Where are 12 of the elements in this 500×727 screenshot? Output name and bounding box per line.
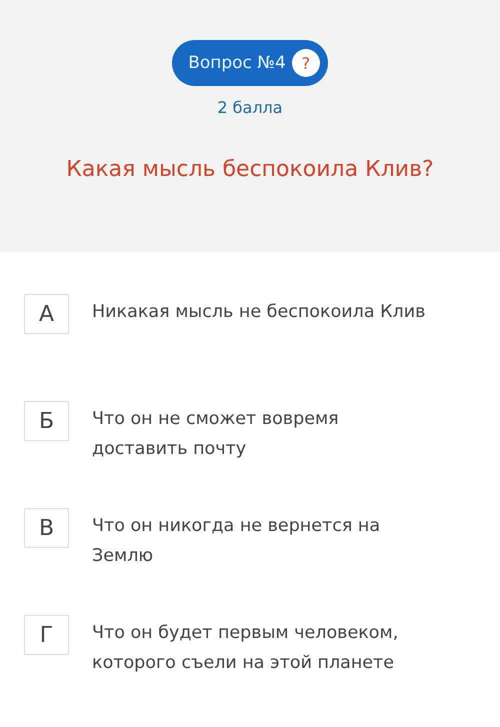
answer-letter-button[interactable]: А [24, 294, 69, 334]
answer-text: Никакая мысль не беспокоила Клив [92, 301, 426, 324]
question-text: Какая мысль беспокоила Клив? [66, 157, 434, 182]
answer-text: Что он не сможет вовремя доставить почту [92, 408, 340, 461]
answer-letter-button[interactable]: Б [24, 401, 69, 441]
question-number: Вопрос №4 [188, 53, 286, 73]
answer-letter-button[interactable]: В [24, 508, 69, 548]
answer-text: Что он никогда не вернется на Землю [92, 515, 382, 568]
points-label: 2 балла [217, 98, 283, 117]
help-button[interactable]: ? [292, 49, 320, 77]
answer-text: Что он будет первым человеком, которого съели на этой планете [92, 622, 400, 675]
answer-letter-button[interactable]: Г [24, 615, 69, 655]
